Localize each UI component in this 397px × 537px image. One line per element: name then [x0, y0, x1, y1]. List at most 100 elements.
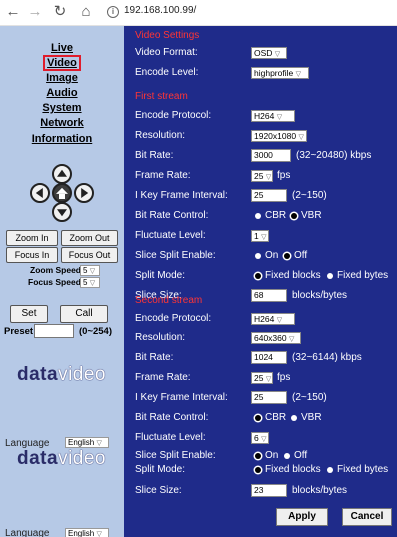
ss-bitrate-range: (32~6144) kbps [292, 352, 362, 363]
zoom-speed-select[interactable]: 5 ▽ [80, 265, 100, 276]
ss-iframe-input[interactable]: 25 [251, 391, 287, 404]
chevron-down-icon: ▽ [289, 336, 295, 343]
reload-icon[interactable]: ↻ [51, 3, 69, 21]
home-icon[interactable]: ⌂ [77, 3, 95, 21]
zoom-out-button[interactable]: Zoom Out [61, 230, 118, 246]
pan-right-button[interactable] [74, 183, 94, 203]
sidebar: Live Video Image Audio System Network In… [0, 26, 124, 537]
chevron-down-icon: ▽ [261, 234, 267, 241]
chevron-down-icon: ▽ [89, 280, 96, 287]
chevron-down-icon: ▽ [265, 376, 272, 383]
ss-slice-size-input[interactable]: 23 [251, 484, 287, 497]
pan-left-button[interactable] [30, 183, 50, 203]
video-format-select[interactable]: OSD ▽ [251, 47, 287, 59]
language-label-2: Language [5, 528, 50, 537]
fs-vbr-radio[interactable] [291, 213, 297, 219]
fs-split-mode-label: Split Mode: [135, 270, 186, 281]
ss-resolution-select[interactable]: 640x360 ▽ [251, 332, 301, 344]
fs-fixed-blocks-label: Fixed blocks [265, 270, 321, 281]
ss-cbr-radio[interactable] [255, 415, 261, 421]
back-arrow-icon[interactable]: ← [4, 3, 22, 21]
chevron-down-icon: ▽ [261, 436, 267, 443]
fs-fluctuate-select[interactable]: 1 ▽ [251, 230, 269, 242]
browser-toolbar: ← → ↻ ⌂ i 192.168.100.99/ [0, 0, 397, 26]
fs-iframe-input[interactable]: 25 [251, 189, 287, 202]
ss-framerate-unit: fps [277, 372, 291, 383]
call-preset-button[interactable]: Call [60, 305, 108, 323]
pan-down-button[interactable] [52, 202, 72, 222]
ss-bitrate-input[interactable]: 1024 [251, 351, 287, 364]
nav-audio[interactable]: Audio [0, 87, 124, 99]
nav-system[interactable]: System [0, 102, 124, 114]
fs-bitrate-control-label: Bit Rate Control: [135, 210, 209, 221]
nav-image[interactable]: Image [0, 72, 124, 84]
fs-framerate-unit: fps [277, 170, 291, 181]
chevron-down-icon: ▽ [295, 71, 301, 78]
ss-fixed-blocks-label: Fixed blocks [265, 464, 321, 475]
focus-speed-select[interactable]: 5 ▽ [80, 277, 100, 288]
apply-button[interactable]: Apply [276, 508, 328, 526]
language-select[interactable]: English ▽ [65, 437, 109, 448]
nav-network[interactable]: Network [0, 117, 124, 129]
nav-live[interactable]: Live [0, 42, 124, 54]
chevron-down-icon: ▽ [265, 174, 272, 181]
ss-slice-on-radio[interactable] [255, 453, 261, 459]
chevron-down-icon: ▽ [298, 134, 304, 141]
ss-slice-off-radio[interactable] [284, 453, 290, 459]
ss-vbr-radio[interactable] [291, 415, 297, 421]
zoom-in-button[interactable]: Zoom In [6, 230, 58, 246]
ss-fixed-bytes-label: Fixed bytes [337, 464, 389, 475]
preset-input[interactable] [34, 324, 74, 338]
ss-vbr-label: VBR [301, 412, 322, 423]
fs-fixed-bytes-radio[interactable] [327, 273, 333, 279]
pan-up-button[interactable] [52, 164, 72, 184]
fs-bitrate-input[interactable]: 3000 [251, 149, 291, 162]
nav-information[interactable]: Information [0, 133, 124, 145]
chevron-down-icon: ▽ [276, 317, 283, 324]
chevron-down-icon: ▽ [96, 440, 102, 447]
ss-fluctuate-label: Fluctuate Level: [135, 432, 206, 443]
fs-slice-enable-label: Slice Split Enable: [135, 250, 216, 261]
fs-resolution-select[interactable]: 1920x1080 ▽ [251, 130, 307, 142]
fs-resolution-label: Resolution: [135, 130, 186, 141]
language-select-2[interactable]: English ▽ [65, 528, 109, 537]
forward-arrow-icon[interactable]: → [26, 3, 44, 21]
fs-iframe-range: (2~150) [292, 190, 327, 201]
cancel-button[interactable]: Cancel [342, 508, 392, 526]
fs-fluctuate-label: Fluctuate Level: [135, 230, 206, 241]
fs-fixed-blocks-radio[interactable] [255, 273, 261, 279]
fs-cbr-radio[interactable] [255, 213, 261, 219]
ss-protocol-select[interactable]: H264 ▽ [251, 313, 295, 325]
fs-slice-off-radio[interactable] [284, 253, 290, 259]
focus-out-button[interactable]: Focus Out [61, 247, 118, 263]
ptz-home-button[interactable] [52, 183, 72, 203]
video-format-label: Video Format: [135, 47, 198, 58]
fs-fixed-bytes-label: Fixed bytes [337, 270, 389, 281]
encode-level-label: Encode Level: [135, 67, 199, 78]
ss-framerate-select[interactable]: 25 ▽ [251, 372, 273, 384]
fs-slice-off-label: Off [294, 250, 308, 261]
nav-video[interactable]: Video [43, 55, 81, 71]
chevron-down-icon: ▽ [276, 114, 283, 121]
ss-bitrate-label: Bit Rate: [135, 352, 174, 363]
ss-fixed-bytes-radio[interactable] [327, 467, 333, 473]
section-video-settings: Video Settings [135, 30, 200, 41]
ss-cbr-label: CBR [265, 412, 287, 423]
datavideo-logo: datavideo [17, 364, 106, 385]
ss-slice-enable-label: Slice Split Enable: [135, 450, 216, 461]
address-bar[interactable]: 192.168.100.99/ [124, 5, 196, 16]
set-preset-button[interactable]: Set [10, 305, 48, 323]
focus-in-button[interactable]: Focus In [6, 247, 58, 263]
ss-fixed-blocks-radio[interactable] [255, 467, 261, 473]
ss-fluctuate-select[interactable]: 6 ▽ [251, 432, 269, 444]
ss-bitrate-control-label: Bit Rate Control: [135, 412, 209, 423]
zoom-speed-label: Zoom Speed [30, 265, 82, 275]
info-icon[interactable]: i [107, 6, 119, 18]
fs-slice-size-input[interactable]: 68 [251, 289, 287, 302]
encode-level-select[interactable]: highprofile ▽ [251, 67, 309, 79]
fs-framerate-select[interactable]: 25 ▽ [251, 170, 273, 182]
fs-protocol-select[interactable]: H264 ▽ [251, 110, 295, 122]
fs-slice-on-radio[interactable] [255, 253, 261, 259]
ss-framerate-label: Frame Rate: [135, 372, 191, 383]
focus-speed-label: Focus Speed [28, 277, 81, 287]
